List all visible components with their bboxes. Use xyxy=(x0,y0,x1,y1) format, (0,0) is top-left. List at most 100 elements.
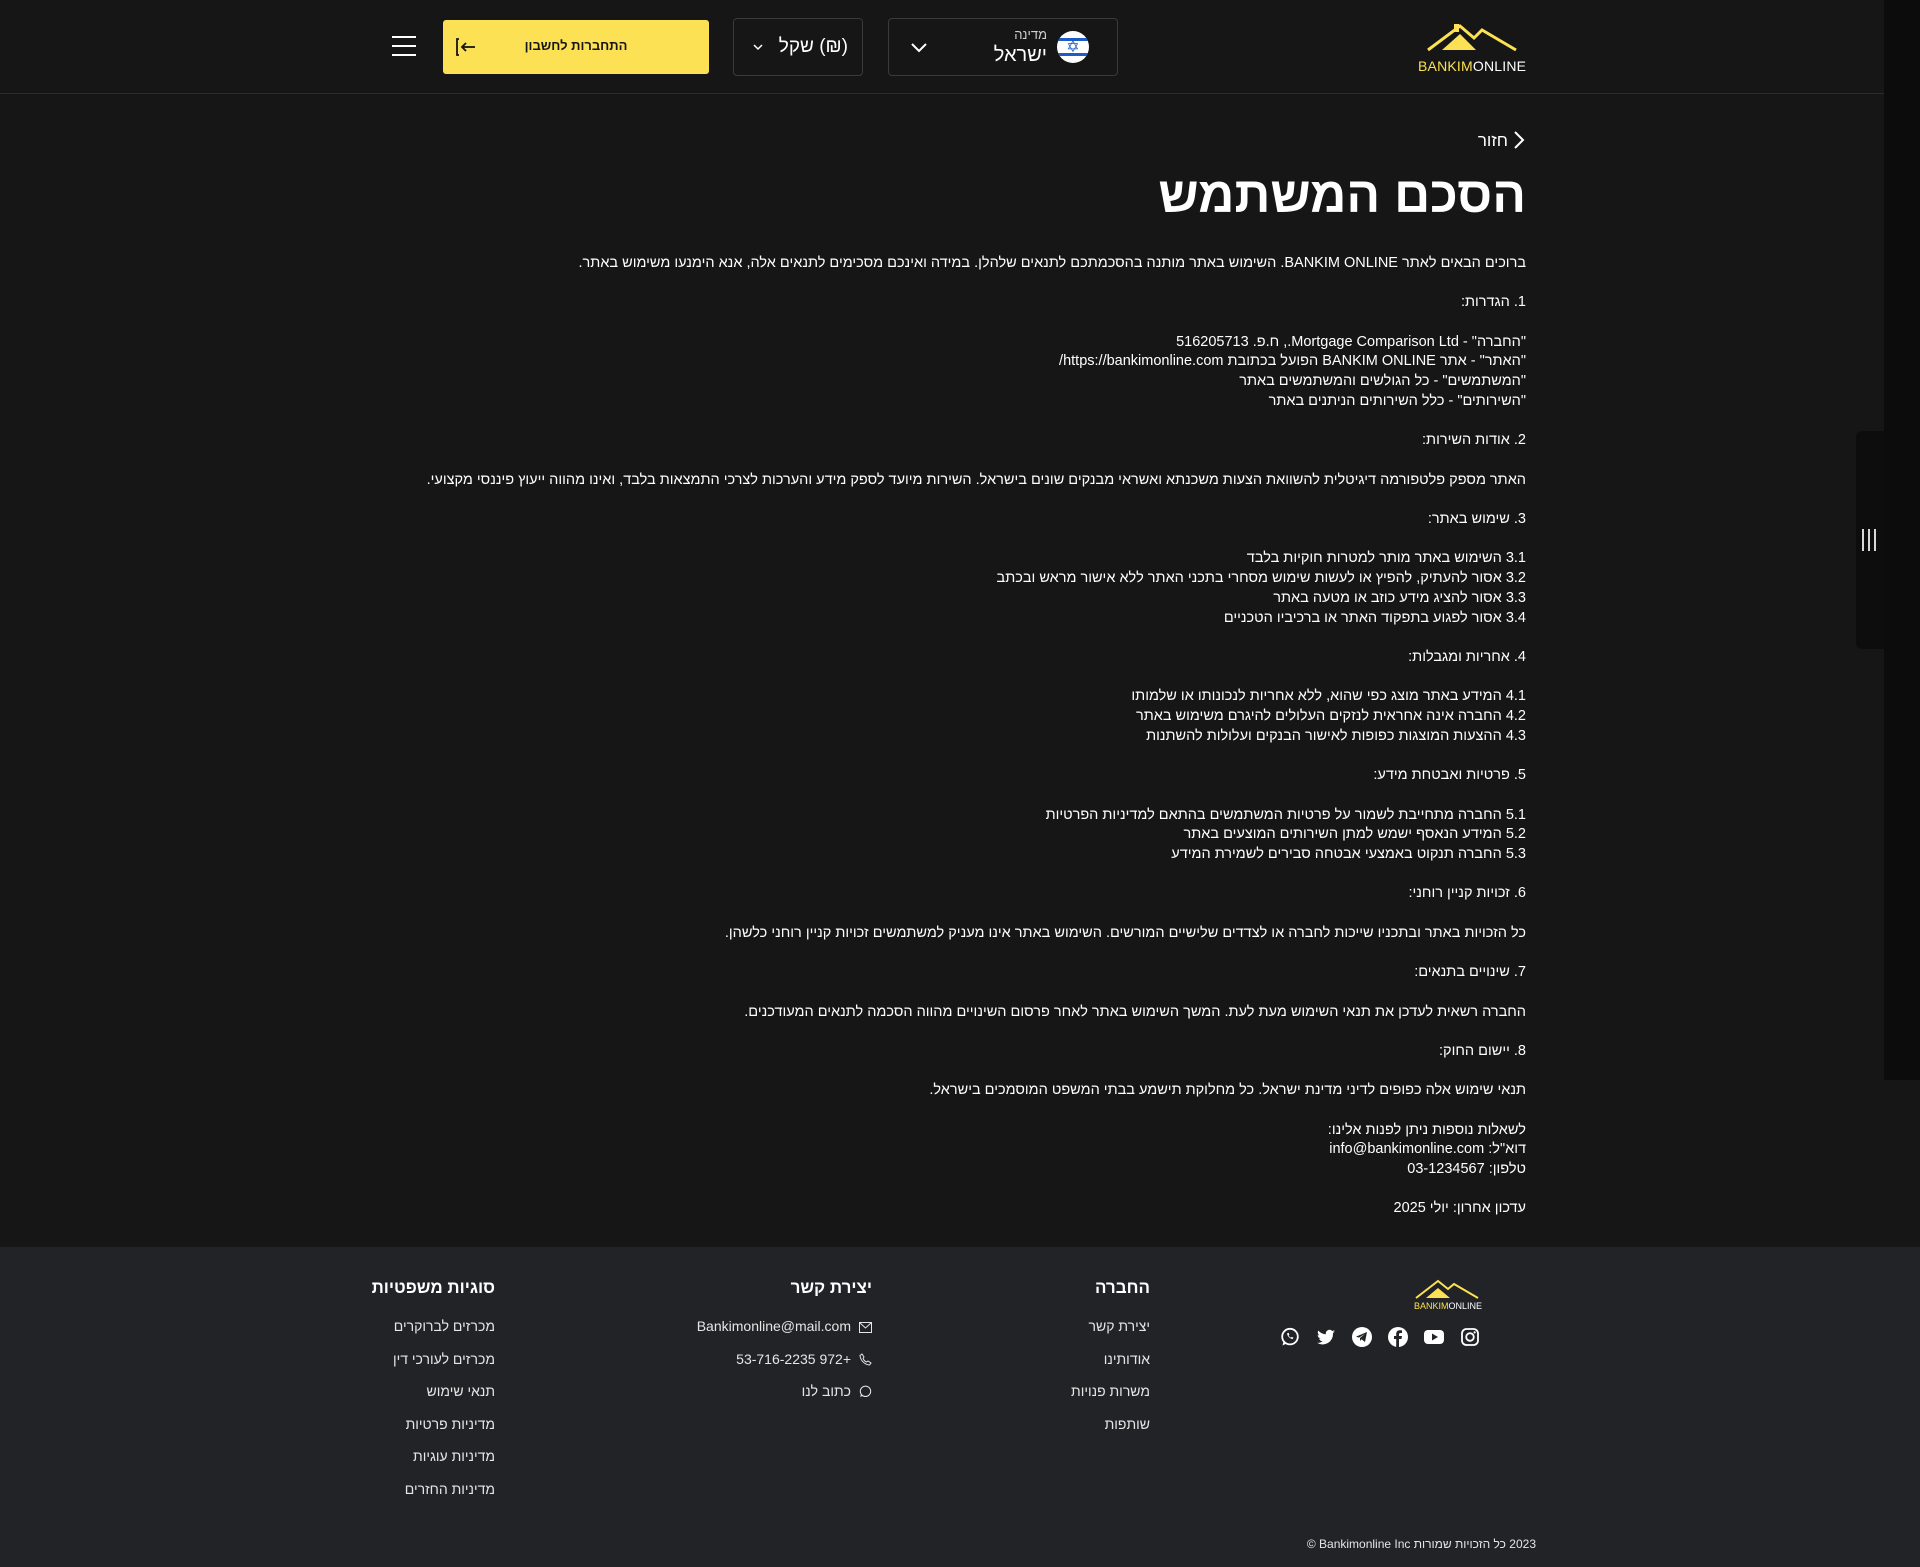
terms-paragraph: 5.1 החברה מתחייבת לשמור על פרטיות המשתמש… xyxy=(1045,806,1526,823)
chevron-right-icon xyxy=(1514,131,1525,149)
terms-paragraph: 7. שינויים בתנאים: xyxy=(1414,964,1526,981)
terms-paragraph: 8. יישום החוק: xyxy=(1439,1042,1526,1059)
hamburger-menu-icon[interactable] xyxy=(392,36,416,56)
terms-paragraph: לשאלות נוספות ניתן לפנות אלינו: xyxy=(1327,1121,1526,1138)
footer-link-contact[interactable]: יצירת קשר xyxy=(1071,1318,1150,1351)
country-value: ישראל xyxy=(993,44,1047,66)
terms-paragraph: 4. אחריות ומגבלות: xyxy=(1408,648,1526,665)
terms-paragraph: 2. אודות השירות: xyxy=(1422,432,1526,449)
brand-logo[interactable]: BANKIMONLINE xyxy=(1418,20,1526,74)
roof-logo-icon xyxy=(1427,24,1517,52)
login-button-label: התחברות לחשבון xyxy=(524,38,628,53)
back-link[interactable]: חזור xyxy=(1472,128,1526,152)
top-header: BANKIMONLINE ✡ מדינה ישראל (₪) שקל התחבר… xyxy=(0,0,1884,94)
terms-content: ברוכים הבאים לאתר BANKIM ONLINE. השימוש … xyxy=(326,254,1526,1219)
terms-paragraph: 5.3 החברה תנקוט באמצעי אבטחה סבירים לשמי… xyxy=(1171,845,1526,862)
footer-contact-column: יצירת קשר Bankimonline@mail.com +972 53-… xyxy=(697,1278,872,1416)
page-scrollbar-track[interactable] xyxy=(1884,0,1920,1080)
terms-paragraph: עדכון אחרון: יולי 2025 xyxy=(1393,1200,1526,1217)
twitter-icon[interactable] xyxy=(1316,1327,1336,1347)
footer-link-refunds[interactable]: מדיניות החזרים xyxy=(372,1481,495,1514)
site-footer: BANKIMONLINE החברה יצירת קשר אודותינו מש… xyxy=(0,1247,1920,1567)
login-button[interactable]: התחברות לחשבון xyxy=(443,20,709,74)
terms-paragraph: 3.3 אסור להציג מידע כוזב או מטעה באתר xyxy=(1273,589,1526,606)
footer-contact-title: יצירת קשר xyxy=(790,1278,872,1297)
phone-icon xyxy=(859,1352,872,1369)
terms-paragraph: "השירותים" - כלל השירותים הניתנים באתר xyxy=(1268,392,1526,409)
copyright-text: 2023 כל הזכויות שמורות Bankimonline Inc … xyxy=(1306,1537,1536,1551)
footer-email-text: Bankimonline@mail.com xyxy=(696,1318,851,1334)
terms-paragraph: טלפון: 03-1234567 xyxy=(1407,1161,1526,1178)
footer-company-title: החברה xyxy=(1094,1278,1150,1297)
terms-paragraph: תנאי שימוש אלה כפופים לדיני מדינת ישראל.… xyxy=(929,1082,1526,1099)
footer-write-us-link[interactable]: כתוב לנו xyxy=(697,1383,872,1416)
telegram-icon[interactable] xyxy=(1352,1327,1372,1347)
terms-paragraph: החברה רשאית לעדכן את תנאי השימוש מעת לעת… xyxy=(744,1003,1526,1020)
footer-logo-text: BANKIMONLINE xyxy=(1414,1301,1483,1311)
footer-logo[interactable]: BANKIMONLINE xyxy=(1414,1277,1483,1311)
side-panel-handle[interactable] xyxy=(1856,431,1884,649)
terms-paragraph: 5. פרטיות ואבטחת מידע: xyxy=(1373,767,1526,784)
terms-paragraph: "המשתמשים" - כל הגולשים והמשתמשים באתר xyxy=(1239,373,1526,390)
footer-link-privacy[interactable]: מדיניות פרטיות xyxy=(372,1416,495,1449)
footer-write-us-text: כתוב לנו xyxy=(801,1383,851,1399)
footer-phone-text: +972 53-716-2235 xyxy=(736,1350,851,1367)
back-label: חזור xyxy=(1477,131,1508,150)
terms-paragraph: "החברה" - Mortgage Comparison Ltd., ח.פ.… xyxy=(1176,333,1526,350)
footer-link-lawyer-tenders[interactable]: מכרזים לעורכי דין xyxy=(372,1351,495,1384)
terms-paragraph: "האתר" - אתר BANKIM ONLINE הפועל בכתובת … xyxy=(1059,353,1526,370)
chevron-down-icon xyxy=(753,44,763,51)
youtube-icon[interactable] xyxy=(1424,1327,1444,1347)
footer-link-about[interactable]: אודותינו xyxy=(1071,1351,1150,1384)
footer-email-link[interactable]: Bankimonline@mail.com xyxy=(697,1318,872,1351)
footer-legal-column: סוגיות משפטיות מכרזים לברוקרים מכרזים לע… xyxy=(372,1278,495,1513)
terms-paragraph: 4.1 המידע באתר מוצג כפי שהוא, ללא אחריות… xyxy=(1131,688,1526,705)
logo-text: BANKIMONLINE xyxy=(1418,58,1527,74)
footer-link-terms[interactable]: תנאי שימוש xyxy=(372,1383,496,1416)
chevron-down-icon xyxy=(911,43,927,53)
login-icon xyxy=(456,38,475,56)
terms-paragraph: 5.2 המידע הנאסף ישמש למתן השירותים המוצע… xyxy=(1183,826,1527,843)
terms-paragraph: 6. זכויות קניין רוחני: xyxy=(1408,885,1526,902)
country-label: מדינה xyxy=(1014,27,1047,42)
terms-paragraph: האתר מספק פלטפורמה דיגיטלית להשוואת הצעו… xyxy=(426,471,1526,488)
israel-flag-icon: ✡ xyxy=(1057,31,1089,63)
footer-phone-link[interactable]: +972 53-716-2235 xyxy=(697,1351,872,1384)
terms-paragraph: 3.4 אסור לפגוע בתפקוד האתר או ברכיביו הט… xyxy=(1223,609,1526,626)
whatsapp-icon[interactable] xyxy=(1280,1327,1300,1347)
roof-logo-icon xyxy=(1415,1279,1479,1299)
mail-icon xyxy=(859,1320,872,1336)
social-links xyxy=(1276,1327,1482,1349)
footer-link-broker-tenders[interactable]: מכרזים לברוקרים xyxy=(372,1318,495,1351)
terms-paragraph: כל הזכויות באתר ובתכניו שייכות לחברה או … xyxy=(724,924,1526,941)
terms-paragraph: 4.3 ההצעות המוצגות כפופות לאישור הבנקים … xyxy=(1146,727,1526,744)
footer-link-partnership[interactable]: שותפות xyxy=(1071,1416,1150,1449)
terms-paragraph: 3. שימוש באתר: xyxy=(1427,511,1526,528)
footer-link-careers[interactable]: משרות פנויות xyxy=(1071,1383,1150,1416)
facebook-icon[interactable] xyxy=(1388,1327,1408,1347)
footer-link-cookies[interactable]: מדיניות עוגיות xyxy=(372,1448,495,1481)
terms-paragraph: 3.2 אסור להעתיק, להפיץ או לעשות שימוש מס… xyxy=(996,570,1526,587)
instagram-icon[interactable] xyxy=(1460,1327,1480,1347)
currency-select[interactable]: (₪) שקל xyxy=(733,18,863,76)
country-select[interactable]: ✡ מדינה ישראל xyxy=(888,18,1118,76)
terms-paragraph: ברוכים הבאים לאתר BANKIM ONLINE. השימוש … xyxy=(578,255,1526,271)
